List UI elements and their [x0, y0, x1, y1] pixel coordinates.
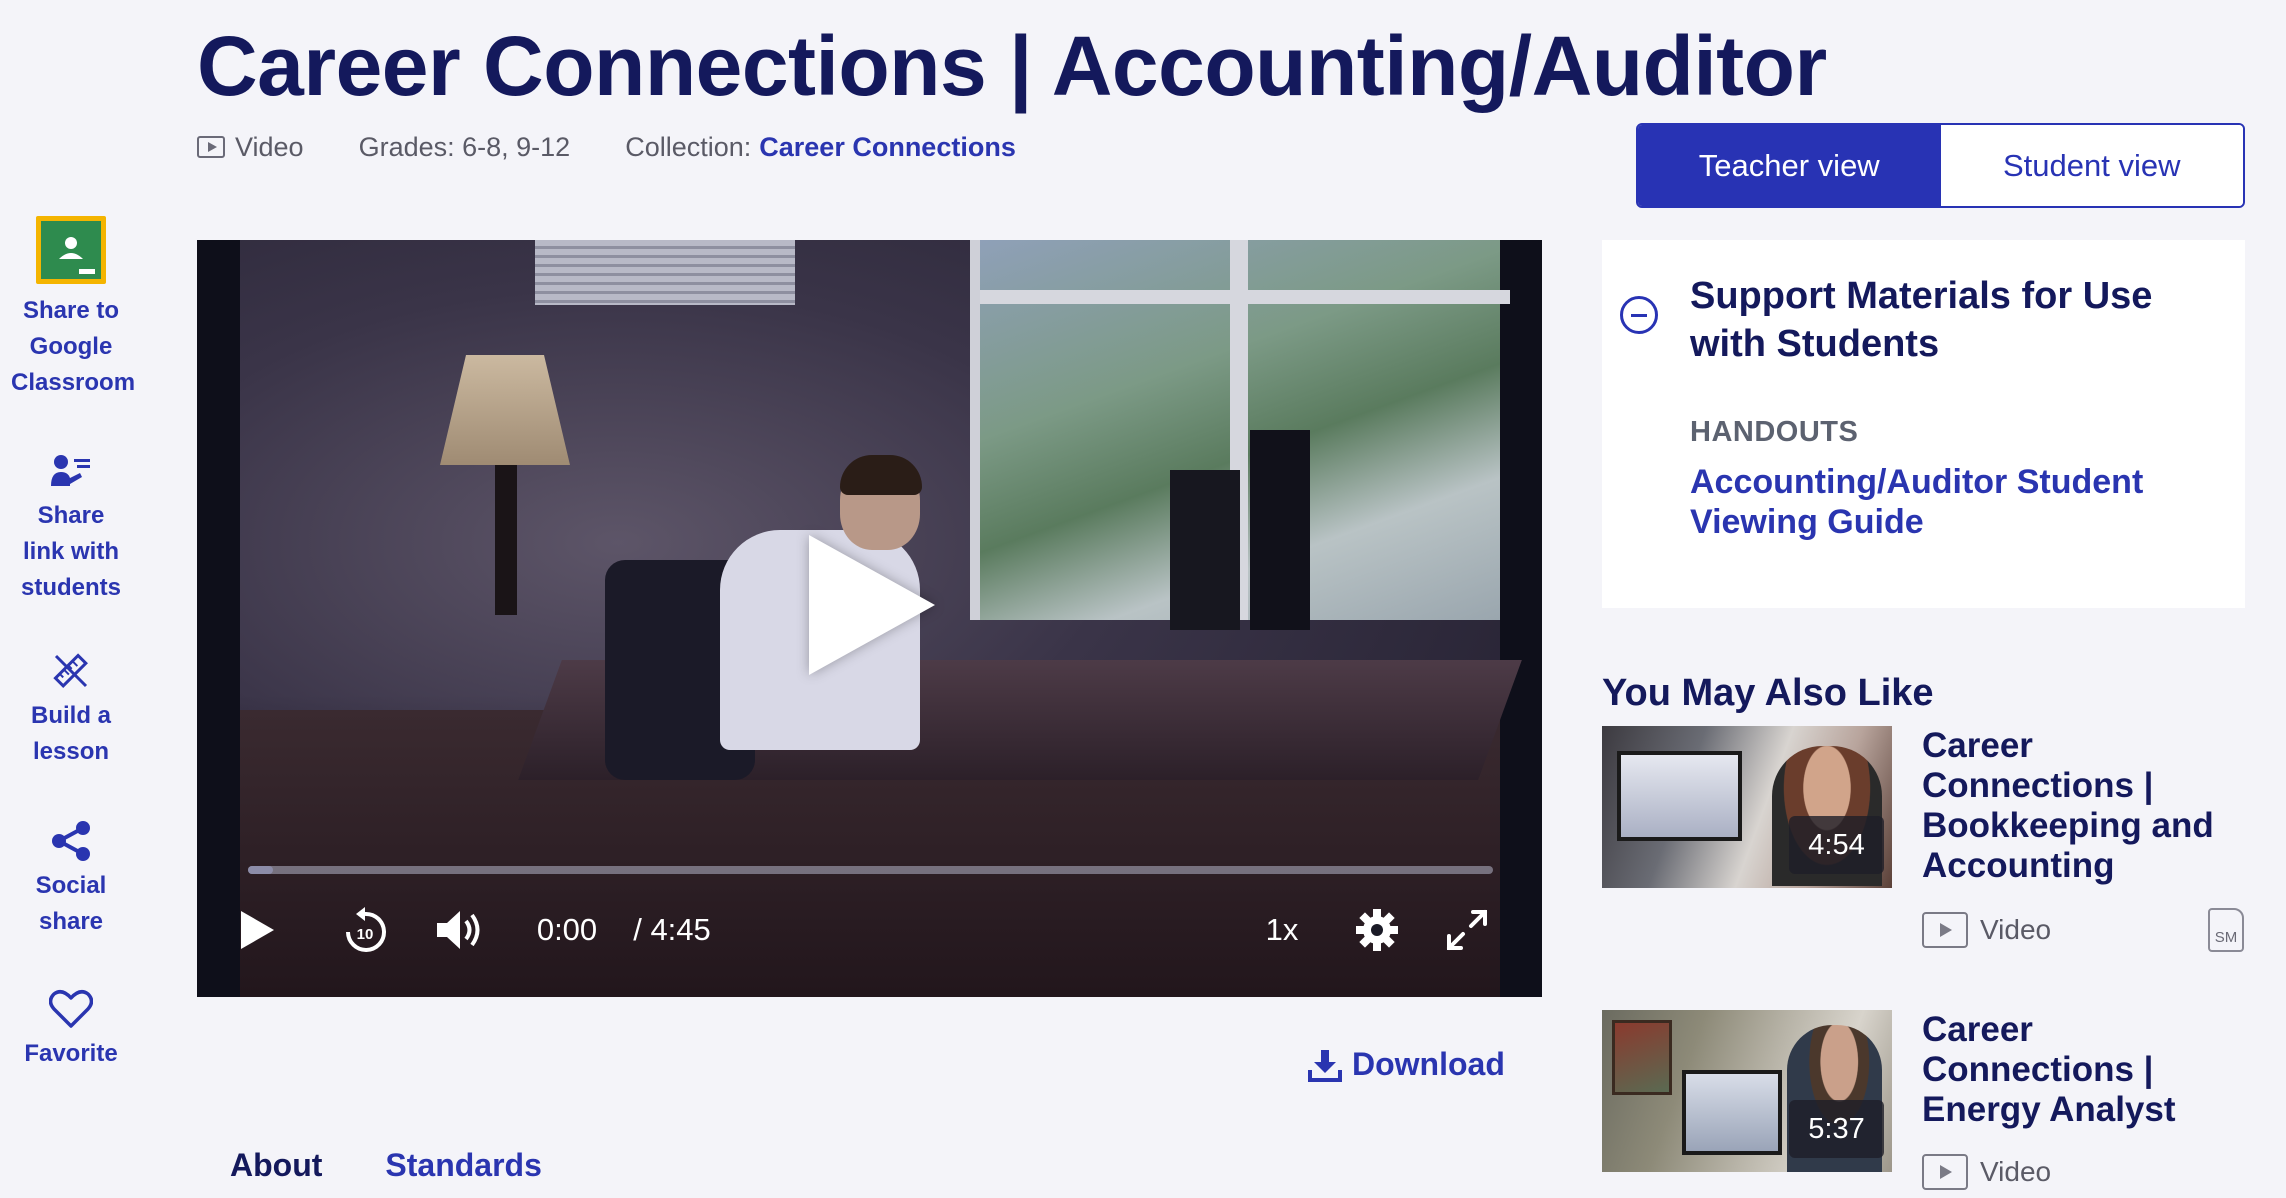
download-icon: [1308, 1049, 1342, 1082]
video-type-icon: [1922, 1154, 1968, 1190]
share-link-icon: [48, 448, 94, 494]
support-materials-badge: SM: [2208, 908, 2244, 952]
download-button[interactable]: Download: [1308, 1046, 1505, 1083]
collection-link[interactable]: Career Connections: [759, 132, 1016, 163]
share-google-classroom-button[interactable]: Share to Google Classroom: [0, 215, 142, 401]
recommendation-title[interactable]: Career Connections | Energy Analyst: [1922, 1010, 2242, 1130]
duration-badge: 4:54: [1789, 816, 1884, 874]
share-icon: [48, 818, 94, 864]
content-tabs: About Standards: [230, 1147, 542, 1184]
share-link-button[interactable]: Share link with students: [0, 448, 142, 606]
volume-button[interactable]: [429, 902, 491, 958]
heart-icon: [48, 986, 94, 1032]
big-play-button[interactable]: [787, 520, 947, 690]
recommendation-title[interactable]: Career Connections | Bookkeeping and Acc…: [1922, 726, 2242, 886]
collapse-icon[interactable]: [1620, 296, 1658, 334]
social-share-label: Social share: [35, 872, 107, 935]
teacher-view-button[interactable]: Teacher view: [1638, 125, 1941, 206]
duration: / 4:45: [633, 912, 711, 947]
video-player[interactable]: 10 0:00 / 4:45 1x: [197, 240, 1542, 997]
svg-text:10: 10: [357, 926, 374, 943]
google-classroom-label: Share to Google Classroom: [11, 297, 136, 396]
playback-speed-button[interactable]: 1x: [1257, 902, 1307, 958]
recommendation-card[interactable]: 4:54 Career Connections | Bookkeeping an…: [1602, 726, 2245, 956]
tab-about[interactable]: About: [230, 1147, 322, 1184]
download-label: Download: [1352, 1046, 1505, 1082]
google-classroom-icon: [35, 215, 107, 285]
duration-badge: 5:37: [1789, 1100, 1884, 1158]
rewind-10-button[interactable]: 10: [335, 902, 395, 958]
play-button[interactable]: [227, 902, 287, 958]
favorite-label: Favorite: [24, 1040, 118, 1067]
volume-icon: [437, 911, 480, 949]
video-thumbnail[interactable]: 5:37: [1602, 1010, 1892, 1172]
tab-standards[interactable]: Standards: [385, 1147, 541, 1184]
fullscreen-icon: [1447, 910, 1487, 950]
video-thumbnail[interactable]: 4:54: [1602, 726, 1892, 888]
settings-icon: [1356, 909, 1398, 951]
recommendations-heading: You May Also Like: [1602, 672, 1934, 714]
recommendation-card[interactable]: 5:37 Career Connections | Energy Analyst…: [1602, 1010, 2245, 1198]
settings-button[interactable]: [1347, 902, 1407, 958]
resource-meta: Video Grades: 6-8, 9-12 Collection: Care…: [197, 130, 1016, 164]
build-lesson-button[interactable]: Build a lesson: [0, 648, 142, 770]
video-type-icon: [197, 136, 225, 158]
build-lesson-label: Build a lesson: [30, 702, 111, 765]
ruler-pencil-icon: [48, 648, 94, 694]
viewing-guide-link[interactable]: Accounting/Auditor Student Viewing Guide: [1690, 462, 2210, 542]
collection-label: Collection:: [625, 131, 752, 162]
support-materials-panel: Support Materials for Use with Students …: [1602, 240, 2245, 608]
play-icon: [241, 911, 274, 949]
resource-type: Video: [1922, 912, 2051, 948]
share-link-label: Share link with students: [20, 502, 121, 601]
progress-bar[interactable]: [248, 866, 1493, 874]
student-view-button[interactable]: Student view: [1940, 125, 2243, 206]
resource-type: Video: [235, 131, 304, 162]
fullscreen-button[interactable]: [1437, 902, 1497, 958]
social-share-button[interactable]: Social share: [0, 818, 142, 940]
progress-fill: [248, 866, 273, 874]
page-title: Career Connections | Accounting/Auditor: [197, 19, 1827, 113]
favorite-button[interactable]: Favorite: [0, 986, 142, 1072]
handouts-label: HANDOUTS: [1690, 416, 1859, 448]
play-icon: [809, 535, 935, 675]
resource-type: Video: [1922, 1154, 2051, 1190]
rewind-10-icon: 10: [346, 907, 386, 952]
view-toggle: Teacher view Student view: [1636, 123, 2245, 208]
support-heading: Support Materials for Use with Students: [1690, 275, 2153, 365]
grade-levels: Grades: 6-8, 9-12: [358, 131, 571, 162]
current-time: 0:00: [536, 912, 598, 947]
video-type-icon: [1922, 912, 1968, 948]
